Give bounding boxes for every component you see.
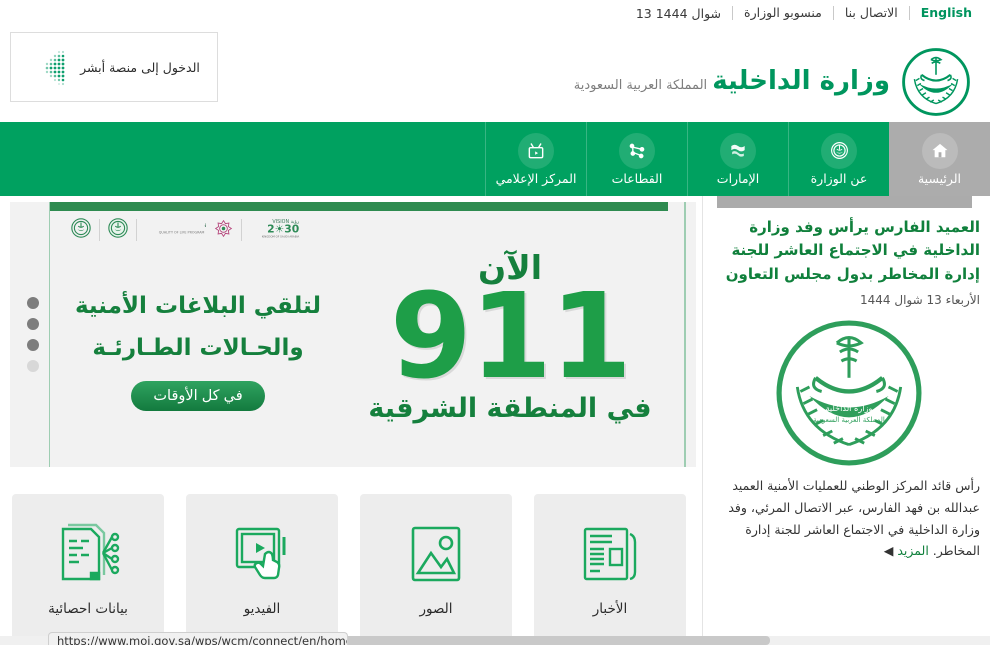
- banner-number-block: الآن 911 في المنطقة الشرقية: [350, 251, 670, 421]
- absher-login-label: الدخول إلى منصة أبشر: [80, 59, 200, 75]
- nav-item-emirates[interactable]: الإمارات: [687, 122, 788, 196]
- carousel-dot-1[interactable]: [27, 297, 39, 309]
- home-icon: [921, 132, 958, 169]
- top-utility-bar: 13 شوال 1444 منسوبو الوزارة الاتصال بنا …: [0, 0, 990, 26]
- site-subtitle: المملكة العربية السعودية: [573, 78, 708, 94]
- news-headline[interactable]: العميد الفارس يرأس وفد وزارة الداخلية في…: [722, 218, 980, 283]
- nav-label: الإمارات: [716, 170, 760, 186]
- carousel-dot-3[interactable]: [27, 339, 39, 351]
- svg-text:وزارة الداخلية: وزارة الداخلية: [825, 403, 872, 413]
- quality-of-life-program-logo: برنامج جودة الحياة QUALITY OF LIFE PROGR…: [144, 217, 257, 243]
- banner-region: في المنطقة الشرقية: [368, 392, 652, 424]
- divider: [136, 219, 137, 241]
- svg-text:المملكة العربية السعودية: المملكة العربية السعودية: [813, 416, 885, 424]
- statistics-document-icon: [55, 523, 121, 585]
- nav-label: عن الوزارة: [810, 170, 868, 186]
- sectors-network-icon: [619, 132, 655, 169]
- page-content: برنامج جودة الحياة QUALITY OF LIFE PROGR…: [0, 196, 990, 645]
- svg-text:برنامج جودة الحياة: برنامج جودة الحياة: [204, 221, 206, 229]
- top-link-staff[interactable]: منسوبو الوزارة: [733, 6, 833, 20]
- top-link-contact[interactable]: الاتصال بنا: [834, 6, 909, 20]
- main-navigation: المركز الإعلامي القطاعات الإمارات عن الو…: [0, 122, 990, 196]
- banner-description-block: لتلقي البلاغات الأمنية والحـالات الطـارئ…: [64, 262, 332, 411]
- vision-2030-logo: VISION رؤية 2☀30 KINGDOM OF SAUDI ARABIA: [249, 216, 301, 244]
- emergency-911-banner[interactable]: برنامج جودة الحياة QUALITY OF LIFE PROGR…: [10, 202, 696, 467]
- banner-availability-pill[interactable]: في كل الأوقات: [131, 380, 265, 411]
- newspaper-icon: [577, 523, 643, 585]
- nav-label: الرئيسية: [917, 170, 962, 186]
- banner-description-line2: والحـالات الطـارئـة: [92, 334, 304, 361]
- nav-item-home[interactable]: الرئيسية: [889, 122, 990, 196]
- site-header: الدخول إلى منصة أبشر وزارة الداخلية المم…: [0, 26, 990, 122]
- svg-text:2☀30: 2☀30: [267, 222, 299, 235]
- media-tv-icon: [518, 132, 554, 169]
- card-label: الصور: [419, 601, 453, 617]
- news-emblem-image: وزارة الداخلية المملكة العربية السعودية: [717, 317, 980, 469]
- carousel-dots: [16, 202, 50, 467]
- card-label: الفيديو: [243, 601, 281, 617]
- divider: [49, 202, 50, 467]
- brand-text: وزارة الداخلية المملكة العربية السعودية: [573, 66, 891, 97]
- nav-item-media-center[interactable]: المركز الإعلامي: [485, 122, 586, 196]
- news-summary-text: رأس قائد المركز الوطني للعمليات الأمنية …: [728, 477, 980, 559]
- absher-chevron-icon: [28, 44, 74, 90]
- banner-top-strip: [38, 202, 668, 211]
- banner-description-line1: لتلقي البلاغات الأمنية: [74, 293, 322, 320]
- card-statistics[interactable]: بيانات احصائية: [12, 494, 164, 645]
- nav-item-sectors[interactable]: القطاعات: [586, 122, 687, 196]
- ministry-emblem-icon: [821, 132, 857, 169]
- news-date: الأربعاء 13 شوال 1444: [860, 292, 980, 307]
- partner-logos: برنامج جودة الحياة QUALITY OF LIFE PROGR…: [70, 216, 301, 244]
- banner-number: 911: [389, 267, 632, 406]
- card-label: بيانات احصائية: [48, 601, 128, 617]
- language-switch-english[interactable]: English: [910, 6, 980, 20]
- vision-2030-rosette-icon: [213, 218, 234, 243]
- hijri-date: 13 شوال 1444: [635, 5, 722, 21]
- svg-text:QUALITY OF LIFE PROGRAM: QUALITY OF LIFE PROGRAM: [159, 231, 205, 235]
- image-gallery-icon: [403, 523, 469, 585]
- divider: [241, 219, 242, 241]
- news-summary: رأس قائد المركز الوطني للعمليات الأمنية …: [717, 475, 980, 563]
- video-play-icon: [229, 523, 295, 585]
- site-title: وزارة الداخلية: [712, 66, 890, 97]
- nav-label: القطاعات: [611, 170, 663, 186]
- ministry-emblem-secondary-icon: [107, 217, 129, 243]
- carousel-dot-2[interactable]: [27, 318, 39, 330]
- carousel-dot-4[interactable]: [27, 360, 39, 372]
- site-brand[interactable]: وزارة الداخلية المملكة العربية السعودية: [574, 46, 972, 118]
- card-video[interactable]: الفيديو: [186, 494, 338, 645]
- card-photos[interactable]: الصور: [360, 494, 512, 645]
- absher-login-button[interactable]: الدخول إلى منصة أبشر: [10, 32, 218, 102]
- sidebar-header-bar: [717, 196, 972, 208]
- news-more-arrow-icon: ◀: [883, 543, 894, 559]
- banner-right-rule: [684, 202, 686, 467]
- ministry-emblem-icon: [70, 217, 92, 243]
- emirates-icon: [720, 132, 756, 169]
- news-sidebar: العميد الفارس يرأس وفد وزارة الداخلية في…: [702, 196, 980, 645]
- ministry-emblem-icon: [900, 46, 972, 118]
- status-bar-url: https://www.moi.gov.sa/wps/wcm/connect/e…: [48, 632, 348, 645]
- nav-item-about-ministry[interactable]: عن الوزارة: [788, 122, 889, 196]
- main-column: برنامج جودة الحياة QUALITY OF LIFE PROGR…: [10, 196, 696, 645]
- svg-text:KINGDOM OF SAUDI ARABIA: KINGDOM OF SAUDI ARABIA: [262, 234, 300, 238]
- divider: [99, 219, 100, 241]
- nav-label: المركز الإعلامي: [495, 170, 577, 186]
- card-label: الأخبار: [592, 601, 628, 617]
- top-utility-items: 13 شوال 1444 منسوبو الوزارة الاتصال بنا …: [625, 6, 980, 21]
- news-more-link[interactable]: المزيد: [897, 543, 928, 558]
- card-news[interactable]: الأخبار: [534, 494, 686, 645]
- quick-link-cards: بيانات احصائية الفيديو الصور الأخبار: [10, 494, 696, 645]
